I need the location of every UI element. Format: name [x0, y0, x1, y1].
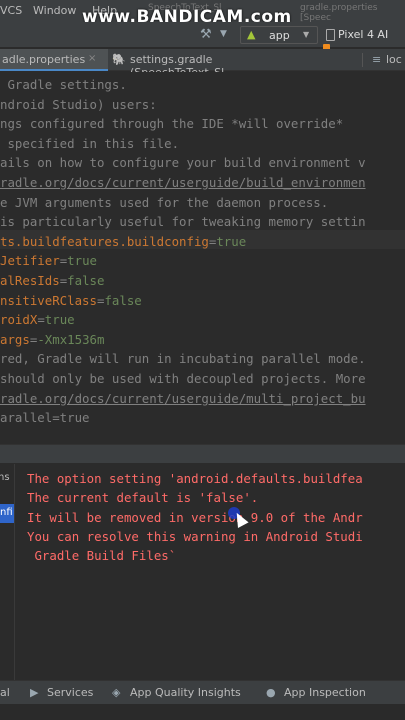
tool-window-bar: al ▶ Services ◈ App Quality Insights ● A…: [0, 680, 405, 704]
tool-window-terminal[interactable]: al: [0, 686, 10, 699]
build-message-line: It will be removed in version 9.0 of the…: [27, 510, 363, 525]
status-bar: [0, 704, 405, 720]
property-key: Jetifier: [0, 253, 60, 268]
tab-label: loc: [386, 53, 402, 66]
code-line: nsitiveRClass=false: [0, 291, 142, 310]
services-icon: ▶: [30, 686, 39, 699]
panel-splitter[interactable]: [0, 444, 405, 464]
property-value: false: [67, 273, 105, 288]
tab-gradle-properties[interactable]: adle.properties ×: [0, 49, 108, 71]
chevron-down-icon: ▼: [303, 30, 310, 39]
build-message-line: The option setting 'android.defaults.bui…: [27, 471, 363, 486]
code-line: args=-Xmx1536m: [0, 330, 104, 349]
chevron-down-icon[interactable]: ▼: [220, 29, 227, 39]
device-icon: [326, 29, 335, 41]
property-key: args: [0, 332, 30, 347]
property-key: alResIds: [0, 273, 60, 288]
device-selector[interactable]: Pixel 4 AI: [338, 28, 388, 41]
code-line: radle.org/docs/current/userguide/multi_p…: [0, 391, 366, 406]
code-line: arallel=true: [0, 410, 90, 425]
build-message-line: You can resolve this warning in Android …: [27, 529, 363, 544]
code-line: ts.buildfeatures.buildconfig=true: [0, 232, 246, 251]
build-hammer-icon[interactable]: ⚒: [200, 27, 212, 42]
tab-divider: [362, 53, 363, 67]
run-configuration-label: app: [269, 29, 290, 42]
equals-sign: =: [37, 312, 45, 327]
property-key: roidX: [0, 312, 38, 327]
window-title: gradle.properties [Speec: [300, 3, 378, 23]
build-output-panel: ns nfi The option setting 'android.defau…: [0, 464, 405, 680]
code-line: Jetifier=true: [0, 251, 97, 270]
code-line: specified in this file.: [0, 136, 180, 151]
property-value: true: [67, 253, 97, 268]
run-configuration-selector[interactable]: ▲ app ▼: [240, 26, 318, 44]
gradle-elephant-icon: 🐘: [112, 53, 126, 66]
property-value: false: [104, 293, 142, 308]
code-line: e JVM arguments used for the daemon proc…: [0, 195, 329, 210]
build-tree-item-selected[interactable]: nfi: [0, 504, 14, 523]
property-value: true: [44, 312, 75, 327]
build-tree: ns nfi: [0, 464, 15, 680]
property-value: true: [216, 234, 247, 249]
diamond-icon: ◈: [112, 686, 121, 699]
code-line: ndroid Studio) users:: [0, 97, 157, 112]
build-message-line: Gradle Build Files`: [27, 548, 177, 563]
code-line: should only be used with decoupled proje…: [0, 371, 366, 386]
android-icon: ▲: [247, 28, 256, 41]
code-line: alResIds=false: [0, 271, 104, 290]
menu-window[interactable]: Window: [33, 4, 76, 17]
inspection-icon: ●: [266, 686, 276, 699]
tool-window-services[interactable]: Services: [47, 686, 93, 699]
menu-vcs[interactable]: VCS: [0, 4, 22, 17]
close-icon[interactable]: ×: [88, 53, 96, 64]
tab-label: adle.properties: [2, 53, 86, 66]
code-line: ails on how to configure your build envi…: [0, 155, 366, 170]
code-line: is particularly useful for tweaking memo…: [0, 214, 366, 229]
editor-tab-bar: adle.properties × 🐘 settings.gradle (Spe…: [0, 49, 405, 79]
code-line: roidX=true: [0, 310, 75, 329]
build-message-line: The current default is 'false'.: [27, 490, 259, 505]
tool-window-app-inspection[interactable]: App Inspection: [284, 686, 366, 699]
code-line: radle.org/docs/current/userguide/build_e…: [0, 175, 366, 190]
property-key: ts.buildfeatures.buildconfig: [0, 234, 209, 249]
code-line: ngs configured through the IDE *will ove…: [0, 116, 344, 131]
property-key: nsitiveRClass: [0, 293, 97, 308]
build-tree-item[interactable]: ns: [0, 472, 10, 483]
property-value: -Xmx1536m: [37, 332, 105, 347]
code-line: red, Gradle will run in incubating paral…: [0, 351, 366, 366]
tool-window-app-quality-insights[interactable]: App Quality Insights: [130, 686, 241, 699]
code-editor[interactable]: Gradle settings. ndroid Studio) users: ngs…: [0, 72, 405, 444]
properties-file-icon: ≡: [372, 53, 382, 66]
code-line: Gradle settings.: [0, 77, 127, 92]
